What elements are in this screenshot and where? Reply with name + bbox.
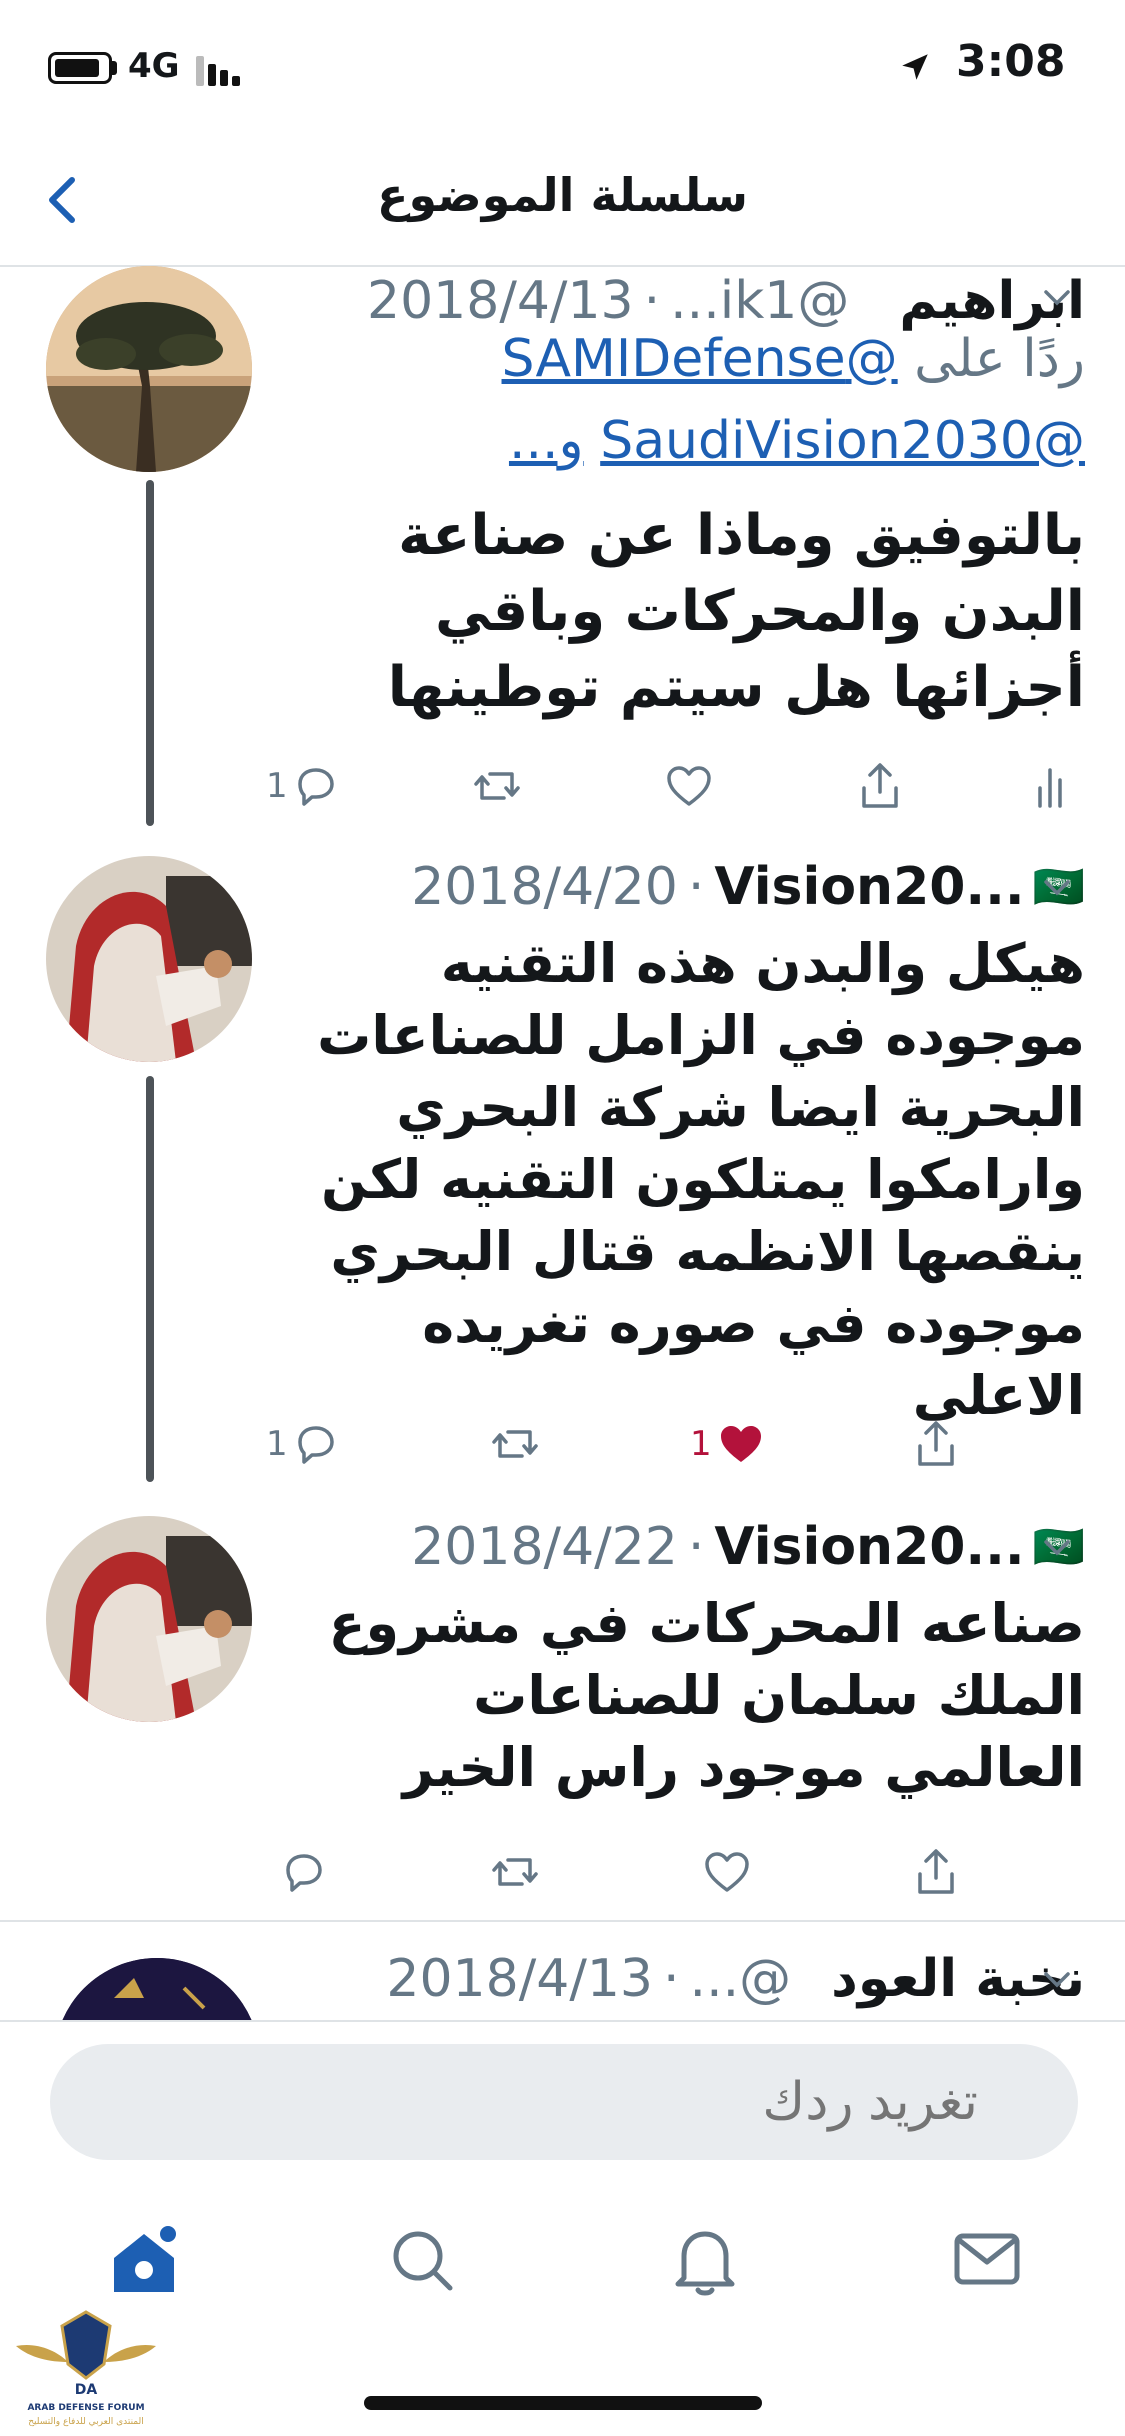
- author-name[interactable]: Vision20...: [714, 857, 1024, 917]
- liked-heart-icon: [720, 1426, 761, 1462]
- retweet-icon: [492, 1430, 538, 1458]
- network-type: 4G: [128, 46, 180, 86]
- nav-header: سلسلة الموضوع: [0, 140, 1125, 267]
- battery-tip: [112, 61, 117, 75]
- tweet-actions: 1: [0, 756, 1125, 816]
- like-button[interactable]: 1: [690, 1414, 766, 1474]
- avatar[interactable]: [46, 856, 252, 1062]
- tweet-text: صناعه المحركات في مشروع الملك سلمان للصن…: [328, 1592, 1085, 1799]
- tab-messages[interactable]: [952, 2230, 1022, 2290]
- tab-home[interactable]: [104, 2220, 184, 2300]
- watermark-brand: DA: [75, 2382, 98, 2398]
- chevron-down-icon[interactable]: [1040, 870, 1074, 904]
- location-arrow-icon: [902, 54, 928, 80]
- tweet-text: هيكل والبدن هذه التقنيه موجوده في الزامل…: [317, 932, 1085, 1427]
- tweet[interactable]: 🇸🇦 Vision20... · 2018/4/20 هيكل والبدن ه…: [0, 852, 1125, 1482]
- reply-icon: [297, 768, 334, 806]
- like-icon: [705, 1852, 749, 1892]
- page-title: سلسلة الموضوع: [377, 168, 748, 222]
- retweet-icon: [474, 772, 520, 800]
- retweet-button[interactable]: [488, 1414, 542, 1474]
- mail-icon: [954, 2233, 1020, 2285]
- tweet[interactable]: نخبة العود @... · 2018/4/13: [0, 1940, 1125, 2020]
- tweet-text: بالتوفيق وماذا عن صناعة البدن والمحركات …: [387, 503, 1085, 720]
- reply-button[interactable]: 1: [266, 756, 340, 816]
- chevron-down-icon[interactable]: [1040, 280, 1074, 314]
- author-handle: @...: [689, 1949, 792, 2009]
- like-button[interactable]: [664, 756, 714, 816]
- analytics-icon: [1038, 768, 1062, 808]
- status-bar: 4G 3:08: [0, 0, 1125, 140]
- reply-icon: [286, 1854, 322, 1892]
- bell-icon: [675, 2231, 735, 2296]
- share-button[interactable]: [912, 1842, 960, 1902]
- retweet-icon: [492, 1858, 538, 1886]
- avatar[interactable]: [54, 1958, 260, 2020]
- battery-icon: [48, 52, 112, 84]
- analytics-button[interactable]: [1032, 756, 1068, 816]
- like-button[interactable]: [702, 1842, 752, 1902]
- reply-prefix: ردًا على: [914, 329, 1085, 389]
- like-icon: [667, 766, 711, 806]
- retweet-button[interactable]: [470, 756, 524, 816]
- watermark-line2: المنتدى العربي للدفاع والتسليح: [28, 2417, 143, 2427]
- reply-count: 1: [266, 766, 288, 806]
- share-icon: [862, 763, 898, 808]
- home-indicator[interactable]: [364, 2396, 762, 2410]
- tweet[interactable]: ابراهيم @ik1... · 2018/4/13 ردًا على @SA…: [0, 266, 1125, 826]
- reply-button[interactable]: [280, 1842, 328, 1902]
- avatar[interactable]: [46, 1516, 252, 1722]
- tweet-date: 2018/4/13: [386, 1949, 654, 2009]
- search-icon: [393, 2231, 453, 2291]
- tweet-header: 🇸🇦 Vision20... · 2018/4/22: [411, 1517, 1085, 1577]
- divider: [0, 1920, 1125, 1922]
- arab-defense-forum-logo: DA ARAB DEFENSE FORUM المنتدى العربي للد…: [6, 2306, 166, 2430]
- share-icon: [918, 1849, 954, 1894]
- tweet[interactable]: 🇸🇦 Vision20... · 2018/4/22 صناعه المحركا…: [0, 1512, 1125, 1902]
- tweet-header: نخبة العود @... · 2018/4/13: [386, 1949, 1085, 2009]
- tweet-actions: [0, 1842, 1125, 1902]
- mention-link[interactable]: @SaudiVision2030: [600, 411, 1085, 471]
- mention-link[interactable]: @SAMIDefense: [502, 329, 898, 389]
- retweet-button[interactable]: [488, 1842, 542, 1902]
- share-button[interactable]: [856, 756, 904, 816]
- tweet-date: 2018/4/20: [411, 857, 678, 917]
- reply-compose-bar: [0, 2020, 1125, 2192]
- author-name[interactable]: Vision20...: [714, 1517, 1024, 1577]
- clock: 3:08: [956, 36, 1066, 87]
- tab-search[interactable]: [388, 2226, 458, 2296]
- chevron-down-icon[interactable]: [1040, 1530, 1074, 1564]
- tab-notifications[interactable]: [670, 2224, 740, 2298]
- share-button[interactable]: [912, 1414, 960, 1474]
- avatar[interactable]: [46, 266, 252, 472]
- home-icon: [114, 2226, 176, 2292]
- tweet-header: 🇸🇦 Vision20... · 2018/4/20: [411, 857, 1085, 917]
- reply-input[interactable]: [50, 2044, 1078, 2160]
- tweet-actions: 1 1: [0, 1414, 1125, 1474]
- chevron-down-icon[interactable]: [1040, 1962, 1074, 1996]
- tweet-date: 2018/4/22: [411, 1517, 678, 1577]
- reply-button[interactable]: 1: [266, 1414, 340, 1474]
- reply-count: 1: [266, 1424, 288, 1464]
- share-icon: [918, 1421, 954, 1466]
- reply-context: ردًا على @SAMIDefense @SaudiVision2030 و…: [265, 318, 1085, 482]
- more-mentions-link[interactable]: و...: [509, 411, 584, 471]
- reply-icon: [297, 1426, 334, 1464]
- watermark-line1: ARAB DEFENSE FORUM: [27, 2403, 144, 2413]
- signal-icon: [196, 56, 244, 86]
- like-count: 1: [690, 1424, 712, 1464]
